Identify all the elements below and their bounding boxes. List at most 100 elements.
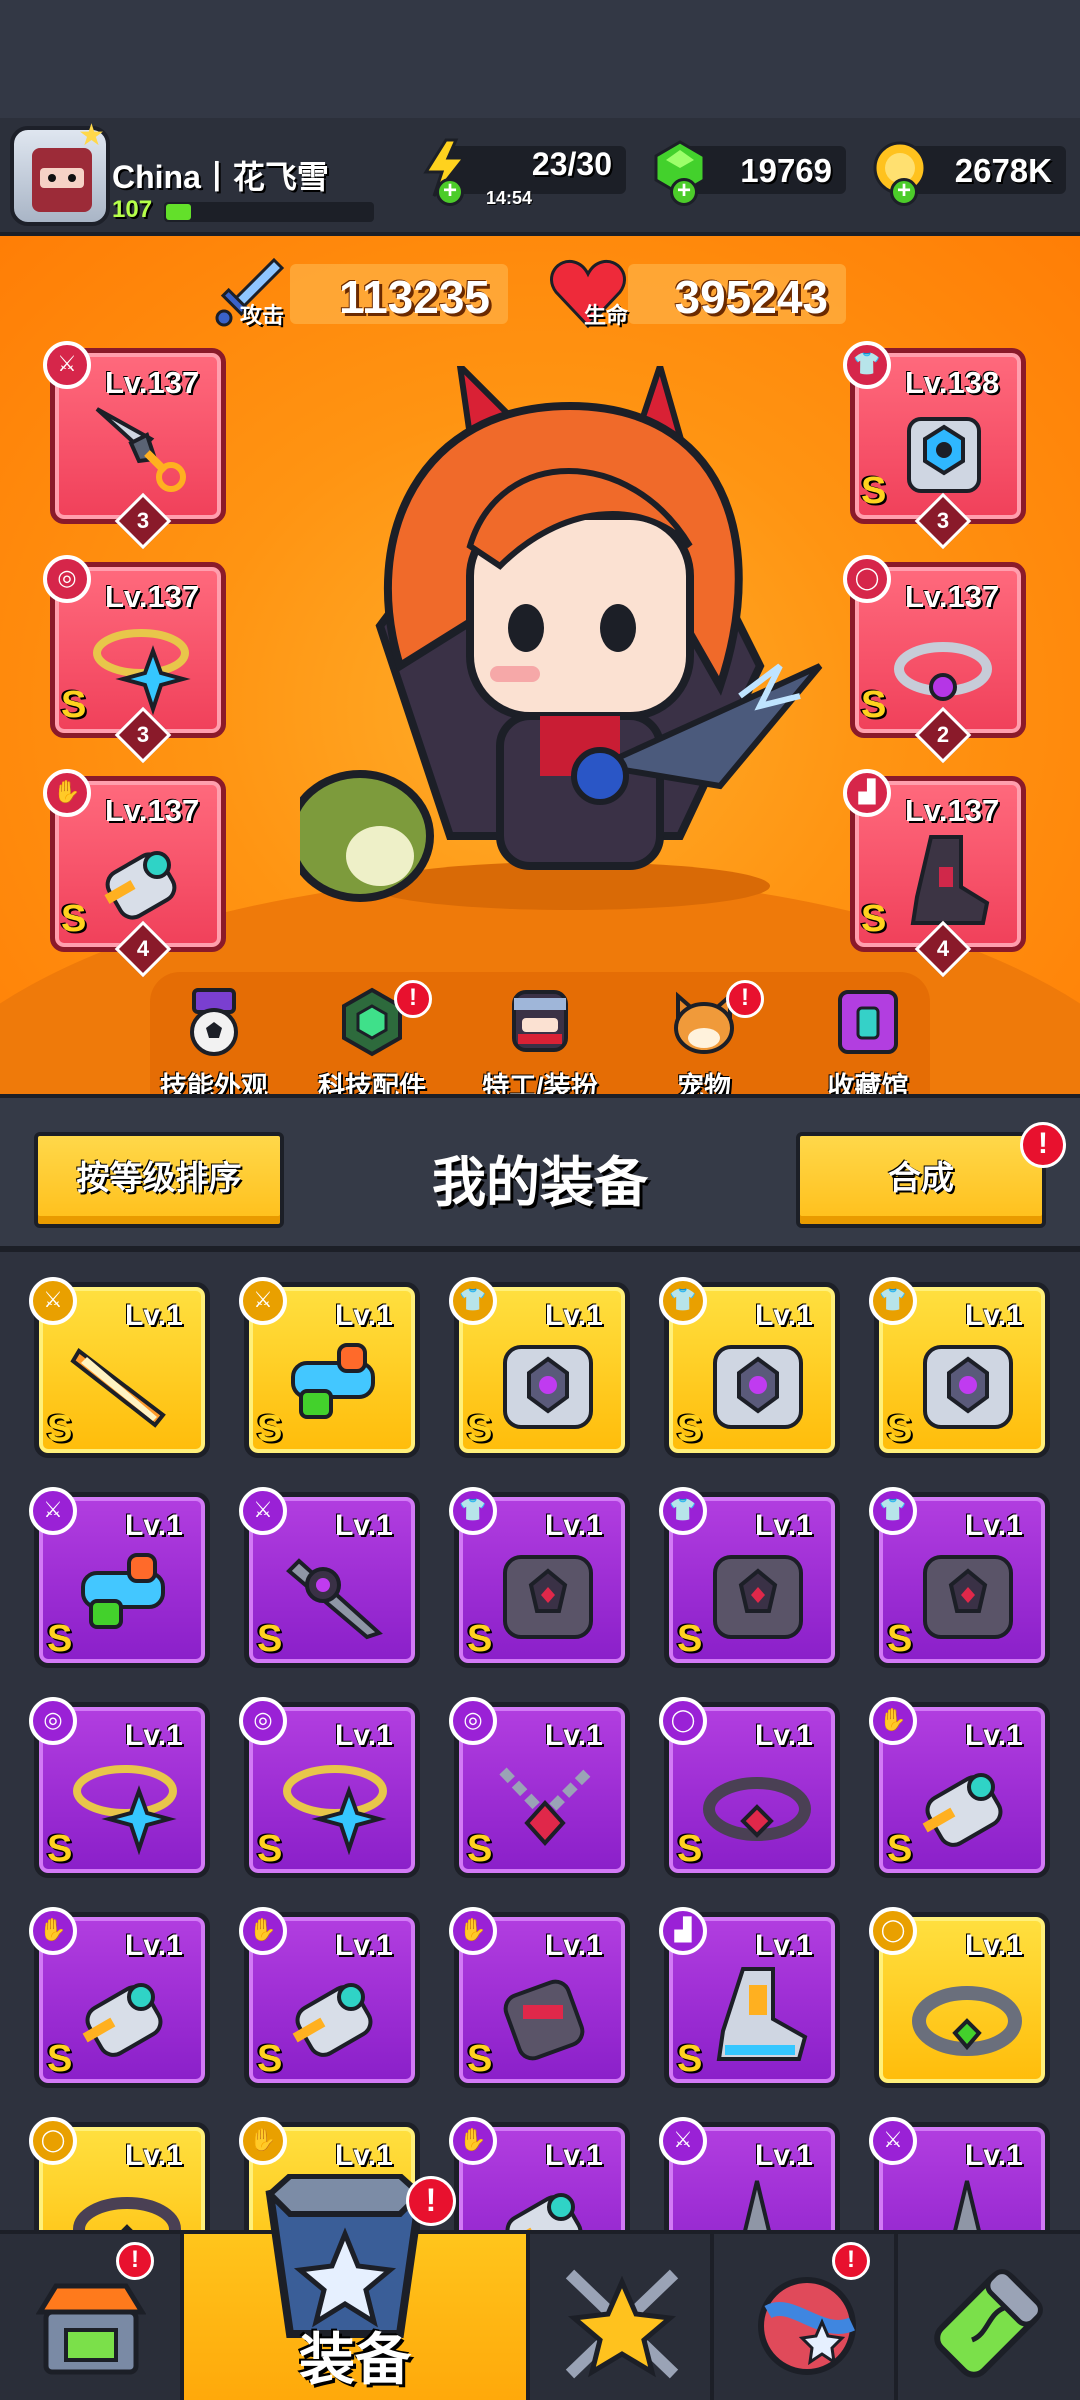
inventory-item-card[interactable]: ⚔ Lv.1 S: [239, 1487, 420, 1668]
equipment-header: 按等级排序 我的装备 合成 !: [0, 1094, 1080, 1252]
equipped-gloves-slot[interactable]: ✋ Lv.137 S 4: [43, 769, 226, 978]
sort-by-level-button[interactable]: 按等级排序: [34, 1132, 284, 1228]
inventory-item-card[interactable]: 👕 Lv.1 S: [659, 1277, 840, 1458]
equipped-armor-slot[interactable]: 👕 Lv.138 S 3: [843, 341, 1026, 550]
dna-capsule-icon: [934, 2269, 1043, 2378]
inventory-item-card[interactable]: ✋ Lv.1 S: [239, 1907, 420, 2088]
inventory-item-card[interactable]: ◎ Lv.1 S: [239, 1697, 420, 1878]
weapon-type-icon: ⚔: [43, 341, 91, 389]
hero-character[interactable]: [300, 366, 840, 926]
inventory-item-card[interactable]: 👕 Lv.1 S: [449, 1277, 630, 1458]
attack-stat: 113235: [290, 264, 508, 324]
equipped-belt-slot[interactable]: ◯ Lv.137 S 2: [843, 555, 1026, 764]
item-level: Lv.1: [545, 1719, 603, 1752]
dagger-icon: [743, 2180, 771, 2230]
inventory-item-card[interactable]: 👕 Lv.1 S: [869, 1277, 1050, 1458]
inventory-item-card[interactable]: ✋ Lv.1 S: [869, 1697, 1050, 1878]
inventory-item-card[interactable]: ▟ Lv.1 S: [659, 1907, 840, 2088]
energy-value: 23/30: [531, 146, 612, 182]
necklace-type-icon: ◎: [449, 1697, 497, 1745]
battle-star-icon: [565, 2269, 679, 2379]
shortcut-skill-skin[interactable]: 技能外观: [144, 986, 284, 1094]
inventory-item-card[interactable]: ◯ Lv.1 S: [659, 1697, 840, 1878]
inventory-item-card[interactable]: ✋ Lv.1: [449, 2117, 630, 2230]
shortcut-agent-outfit[interactable]: 特工/装扮: [470, 986, 610, 1094]
merge-button[interactable]: 合成: [796, 1132, 1046, 1228]
item-level: Lv.1: [755, 1719, 813, 1752]
armor-type-icon: 👕: [659, 1277, 707, 1325]
item-level: Lv.1: [125, 1509, 183, 1542]
equipped-boots-slot[interactable]: ▟ Lv.137 S 4: [843, 769, 1026, 978]
slot-level: Lv.137: [105, 793, 200, 828]
inventory-item-card[interactable]: ◯ Lv.1: [29, 2117, 210, 2230]
belt-type-icon: ◯: [29, 2117, 77, 2165]
nav-tab-lab[interactable]: [898, 2234, 1080, 2400]
inventory-item-card[interactable]: 👕 Lv.1 S: [659, 1487, 840, 1668]
shortcut-collection[interactable]: 收藏馆: [798, 986, 938, 1094]
armor-type-icon: 👕: [449, 1487, 497, 1535]
health-value: 395243: [674, 271, 829, 323]
boots-icon: [716, 1967, 808, 2061]
armor-icon: [713, 1345, 803, 1429]
item-level: Lv.1: [125, 1299, 183, 1332]
item-rank: S: [887, 1618, 913, 1660]
hero-stage: 113235 攻击 395243 生命 ⚔ Lv.137 3 ◎ Lv.137 …: [0, 236, 1080, 1094]
item-level: Lv.1: [335, 1719, 393, 1752]
inventory-item-card[interactable]: ◎ Lv.1 S: [29, 1697, 210, 1878]
sword-icon: [70, 1348, 166, 1428]
item-level: Lv.1: [755, 1509, 813, 1542]
armor-type-icon: 👕: [869, 1487, 917, 1535]
item-level: Lv.1: [335, 1929, 393, 1962]
add-gems-icon[interactable]: +: [670, 178, 698, 206]
alert-badge: !: [116, 2242, 154, 2280]
dagger-icon: [95, 407, 186, 492]
spiked-blade-icon: [286, 1558, 383, 1640]
item-level: Lv.1: [335, 1509, 393, 1542]
inventory-item-card[interactable]: 👕 Lv.1 S: [449, 1487, 630, 1668]
nav-tab-shop[interactable]: !: [0, 2234, 184, 2400]
attack-label: 攻击: [240, 303, 285, 328]
add-coins-icon[interactable]: +: [890, 178, 918, 206]
health-stat: 395243: [628, 264, 846, 324]
equipped-weapon-slot[interactable]: ⚔ Lv.137 3: [43, 341, 226, 550]
shortcut-tech-parts[interactable]: 科技配件 !: [302, 980, 442, 1094]
vip-star-icon: ★: [78, 119, 105, 152]
item-rank: S: [467, 2038, 493, 2080]
inventory-item-card[interactable]: ⚔ Lv.1: [659, 2117, 840, 2230]
armor-icon: [503, 1345, 593, 1429]
slot-level: Lv.137: [105, 365, 200, 400]
inventory-item-card[interactable]: ◯ Lv.1: [869, 1907, 1050, 2088]
nav-tab-battle[interactable]: [530, 2234, 714, 2400]
inventory-item-card[interactable]: ◎ Lv.1 S: [449, 1697, 630, 1878]
add-energy-icon[interactable]: +: [436, 178, 464, 206]
item-rank: S: [677, 1828, 703, 1870]
belt-type-icon: ◯: [843, 555, 891, 603]
energy-timer: 14:54: [486, 188, 533, 208]
inventory-item-card[interactable]: ✋ Lv.1 S: [29, 1907, 210, 2088]
armor-icon: [907, 417, 981, 493]
necklace-type-icon: ◎: [43, 555, 91, 603]
equipped-necklace-slot[interactable]: ◎ Lv.137 S 3: [43, 555, 226, 764]
item-rank: S: [257, 1408, 283, 1450]
nav-tab-equipment[interactable]: ! 装备: [184, 2174, 530, 2400]
dark-armor-icon: [713, 1555, 803, 1639]
boots-type-icon: ▟: [659, 1907, 707, 1955]
inventory-item-card[interactable]: ⚔ Lv.1 S: [29, 1487, 210, 1668]
nav-tab-label: 装备: [299, 2328, 411, 2391]
shortcut-pet[interactable]: 宠物 !: [634, 980, 774, 1094]
top-resource-bar: ★ China丨花飞雪 107 23/30 14:54 + 19769 + 26…: [0, 118, 1080, 236]
item-rank: S: [887, 1828, 913, 1870]
inventory-item-card[interactable]: 👕 Lv.1 S: [869, 1487, 1050, 1668]
weapon-type-icon: ⚔: [239, 1277, 287, 1325]
inventory-item-card[interactable]: ✋ Lv.1 S: [449, 1907, 630, 2088]
shortcut-label: 宠物: [677, 1072, 731, 1094]
glove-icon: [502, 2193, 583, 2230]
nav-tab-world[interactable]: !: [714, 2234, 898, 2400]
slot-rank: S: [61, 898, 87, 940]
inventory-item-card[interactable]: ⚔ Lv.1 S: [239, 1277, 420, 1458]
inventory-item-card[interactable]: ⚔ Lv.1 S: [29, 1277, 210, 1458]
dark-armor-icon: [503, 1555, 593, 1639]
weapon-type-icon: ⚔: [659, 2117, 707, 2165]
inventory-item-card[interactable]: ⚔ Lv.1: [869, 2117, 1050, 2230]
item-level: Lv.1: [125, 1929, 183, 1962]
